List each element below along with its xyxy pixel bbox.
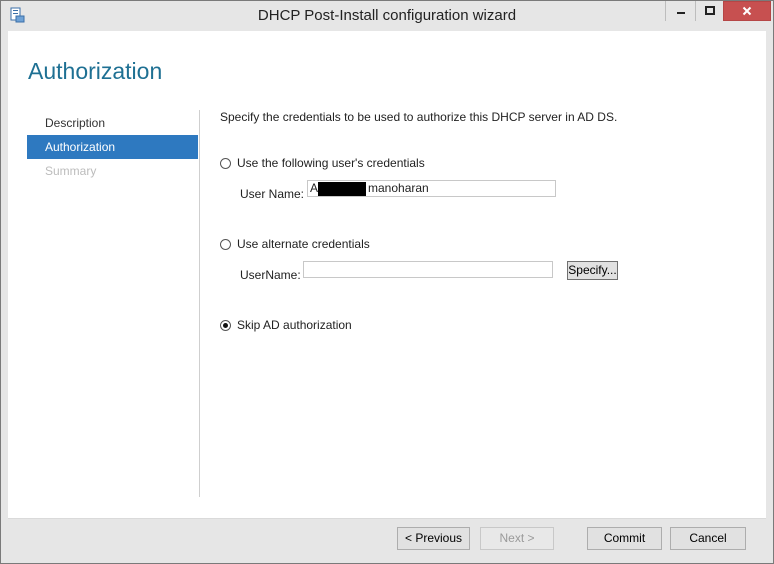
next-button[interactable]: Next > [480,527,554,550]
alternate-credentials-label: Use alternate credentials [237,237,370,251]
commit-button[interactable]: Commit [587,527,662,550]
current-username-field[interactable]: Amanoharan [307,180,556,197]
wizard-window: DHCP Post-Install configuration wizard A… [0,0,774,564]
nav-item-description[interactable]: Description [27,111,198,135]
footer-divider [8,518,766,519]
window-title: DHCP Post-Install configuration wizard [257,7,517,24]
cancel-button[interactable]: Cancel [670,527,746,550]
close-button[interactable] [723,1,771,21]
intro-text: Specify the credentials to be used to au… [220,110,618,124]
current-user-option[interactable]: Use the following user's credentials [220,156,425,170]
title-bar[interactable]: DHCP Post-Install configuration wizard [1,1,773,31]
skip-ad-label: Skip AD authorization [237,318,352,332]
skip-ad-radio[interactable] [220,319,231,331]
wizard-content: Authorization Description Authorization … [8,31,766,518]
alternate-username-label: UserName: [240,268,301,282]
nav-divider [199,110,200,497]
alternate-username-field[interactable] [303,261,553,278]
current-user-radio[interactable] [220,157,231,169]
page-title: Authorization [28,58,163,84]
alternate-credentials-option[interactable]: Use alternate credentials [220,237,370,251]
maximize-icon [704,6,715,15]
maximize-button[interactable] [695,1,723,21]
nav-item-summary: Summary [45,164,97,178]
specify-button[interactable]: Specify... [567,261,618,280]
current-user-label: Use the following user's credentials [237,156,425,170]
alternate-credentials-radio[interactable] [220,238,231,250]
redaction-box [318,181,367,196]
minimize-icon [676,12,685,14]
nav-item-authorization[interactable]: Authorization [27,135,198,159]
minimize-button[interactable] [665,1,695,21]
username-label: User Name: [240,187,305,201]
previous-button[interactable]: < Previous [397,527,470,550]
username-suffix: manoharan [368,181,429,195]
close-icon [742,6,752,16]
skip-ad-option[interactable]: Skip AD authorization [220,318,352,332]
username-prefix: A [310,181,319,195]
